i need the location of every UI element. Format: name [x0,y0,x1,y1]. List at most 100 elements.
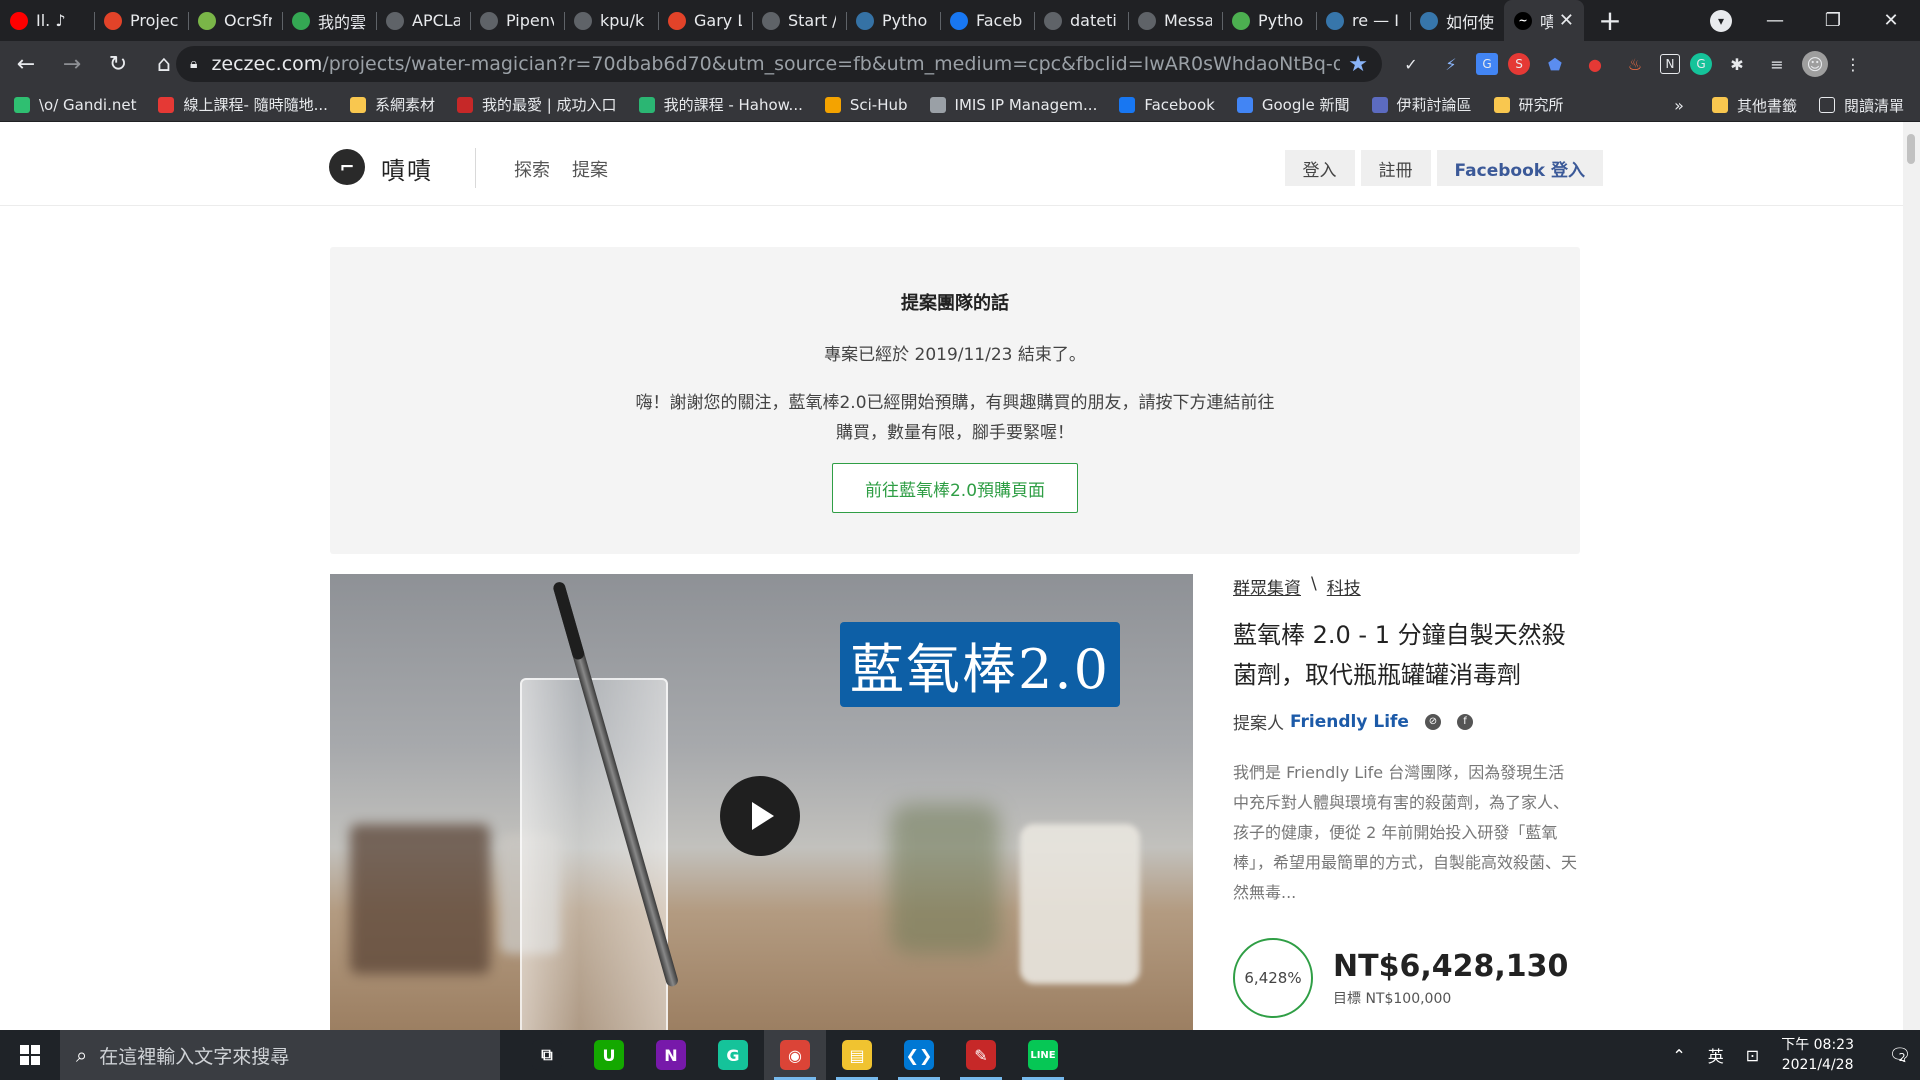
browser-tab[interactable]: re — I [1316,0,1410,41]
crumb-technology[interactable]: 科技 [1327,574,1361,599]
browser-tab-strip: Il. ♪ Projec OcrSfr 我的雲 APCLa Pipenv kpu/k Gary… [0,0,1920,41]
translate-extension-icon[interactable]: G [1476,53,1498,75]
scrollbar-thumb[interactable] [1907,134,1915,164]
record-extension-icon[interactable]: ● [1580,49,1610,79]
notification-count: 2 [1898,1050,1906,1064]
zeczec-logo-icon[interactable]: ⌐ [329,149,365,185]
tab-search-icon[interactable]: ▾ [1710,10,1732,32]
bookmark-item[interactable]: 我的課程 - Hahow... [638,94,803,115]
taskbar-app-task-view[interactable]: ⧉ [516,1030,578,1080]
browser-tab[interactable]: 如何使 [1410,0,1504,41]
browser-tab[interactable]: Pytho [846,0,940,41]
s-extension-icon[interactable]: S [1508,53,1530,75]
browser-tab[interactable]: Il. ♪ [0,0,94,41]
browser-tab[interactable]: 我的雲 [282,0,376,41]
nav-explore-link[interactable]: 探索 [514,156,550,182]
browser-tab[interactable]: kpu/k [564,0,658,41]
bookmark-label: 我的課程 - Hahow... [663,96,803,114]
nav-propose-link[interactable]: 提案 [572,156,608,182]
forward-icon[interactable]: → [52,45,92,85]
start-button[interactable] [0,1030,60,1080]
site-nav: 探索 提案 [514,156,608,182]
bookmark-item[interactable]: 伊莉討論區 [1371,94,1472,115]
url-text[interactable]: zeczec.com/projects/water-magician?r=70d… [211,53,1340,75]
bookmark-star-icon[interactable]: ★ [1348,52,1368,77]
tab-active[interactable]: ~ 嘖 ✕ [1504,0,1584,41]
draw-icon: ✎ [966,1040,996,1070]
puzzle-extensions-icon[interactable]: ✱ [1722,49,1752,79]
register-button[interactable]: 註冊 [1360,150,1431,186]
profile-avatar-icon[interactable]: ☺ [1802,51,1828,77]
taskbar-app-file-explorer[interactable]: ▤ [826,1030,888,1080]
page-scrollbar[interactable] [1903,122,1920,1030]
check-extension-icon[interactable]: ✓ [1396,49,1426,79]
bookmark-item[interactable]: 系網素材 [349,94,435,115]
bookmark-item[interactable]: \o/ Gandi.net [14,96,136,114]
grammarly-extension-icon[interactable]: G [1690,53,1712,75]
taskbar-app-grammarly[interactable]: G [702,1030,764,1080]
browser-tab[interactable]: OcrSfr [188,0,282,41]
browser-tab[interactable]: APCLa [376,0,470,41]
taskbar-clock[interactable]: 下午 08:23 2021/4/28 [1781,1035,1854,1075]
shield-extension-icon[interactable]: ⬟ [1540,49,1570,79]
input-mode-icon[interactable]: ⊡ [1746,1046,1759,1065]
close-window-icon[interactable]: ✕ [1862,0,1920,41]
new-tab-button[interactable]: + [1590,4,1630,37]
other-bookmarks-folder[interactable]: 其他書籤 [1711,95,1797,116]
bookmark-item[interactable]: 我的最愛 | 成功入口 [456,94,617,115]
bookmark-label: Google 新聞 [1261,96,1350,114]
bolt-extension-icon[interactable]: ⚡ [1436,49,1466,79]
notion-extension-icon[interactable]: N [1660,54,1680,74]
bookmark-item[interactable]: 研究所 [1493,94,1564,115]
taskbar-app-line[interactable]: LINE [1012,1030,1074,1080]
taskbar-app-onenote[interactable]: N [640,1030,702,1080]
close-tab-icon[interactable]: ✕ [1559,10,1574,31]
address-bar[interactable]: 🔒︎ zeczec.com/projects/water-magician?r=… [176,46,1382,82]
tab-title: Gary L [694,11,742,30]
menu-kebab-icon[interactable]: ⋮ [1838,49,1868,79]
taskbar-search-box[interactable]: ⌕ 在這裡輸入文字來搜尋 [60,1030,500,1080]
back-icon[interactable]: ← [6,45,46,85]
taskbar-app-upwork[interactable]: U [578,1030,640,1080]
browser-tab[interactable]: Gary L [658,0,752,41]
minimize-icon[interactable]: — [1746,0,1804,41]
project-video[interactable]: 藍氧棒2.0 [330,574,1193,1030]
tab-title: re — I [1352,11,1399,30]
tray-overflow-icon[interactable]: ⌃ [1672,1046,1685,1065]
play-icon[interactable] [720,776,800,856]
facebook-login-button[interactable]: Facebook 登入 [1436,150,1603,186]
lock-icon[interactable]: 🔒︎ [190,56,197,72]
reload-icon[interactable]: ↻ [98,45,138,85]
taskbar-app-draw[interactable]: ✎ [950,1030,1012,1080]
browser-tab[interactable]: dateti [1034,0,1128,41]
extensions-area: ✓ ⚡ G S ⬟ ● ♨ N G ✱ ≡ ☺ ⋮ [1396,49,1868,79]
login-button[interactable]: 登入 [1284,150,1355,186]
browser-tab[interactable]: Messa [1128,0,1222,41]
restore-icon[interactable]: ❐ [1804,0,1862,41]
browser-tab[interactable]: Pytho [1222,0,1316,41]
bookmark-item[interactable]: 線上課程- 隨時隨地... [158,94,328,115]
browser-tab[interactable]: Pipenv [470,0,564,41]
browser-tab[interactable]: Projec [94,0,188,41]
proposer-name-link[interactable]: Friendly Life [1290,712,1409,732]
github-icon [574,11,592,30]
reading-list-toolbar-icon[interactable]: ≡ [1762,49,1792,79]
fire-extension-icon[interactable]: ♨ [1620,49,1650,79]
taskbar-app-chrome[interactable]: ◉ [764,1030,826,1080]
taskbar-app-vscode[interactable]: ❮❯ [888,1030,950,1080]
facebook-icon[interactable]: f [1456,713,1473,730]
preorder-link-button[interactable]: 前往藍氧棒2.0預購頁面 [832,463,1078,513]
browser-tab[interactable]: Faceb [940,0,1034,41]
ime-indicator[interactable]: 英 [1708,1043,1724,1067]
reading-list-button[interactable]: 閱讀清單 [1818,95,1904,116]
website-compass-icon[interactable]: ⊘ [1424,713,1441,730]
bookmarks-overflow-button[interactable]: » [1674,96,1684,115]
bookmark-item[interactable]: Sci-Hub [824,96,908,114]
bookmark-item[interactable]: Google 新聞 [1236,94,1350,115]
bookmark-item[interactable]: IMIS IP Managem... [929,96,1097,114]
bookmark-item[interactable]: Facebook [1119,96,1215,114]
crumb-crowdfunding[interactable]: 群眾集資 [1233,574,1301,599]
browser-tab[interactable]: Start / [752,0,846,41]
site-brand[interactable]: 嘖嘖 [381,151,433,186]
notification-center-icon[interactable]: 🗨︎ 2 [1880,1030,1920,1080]
